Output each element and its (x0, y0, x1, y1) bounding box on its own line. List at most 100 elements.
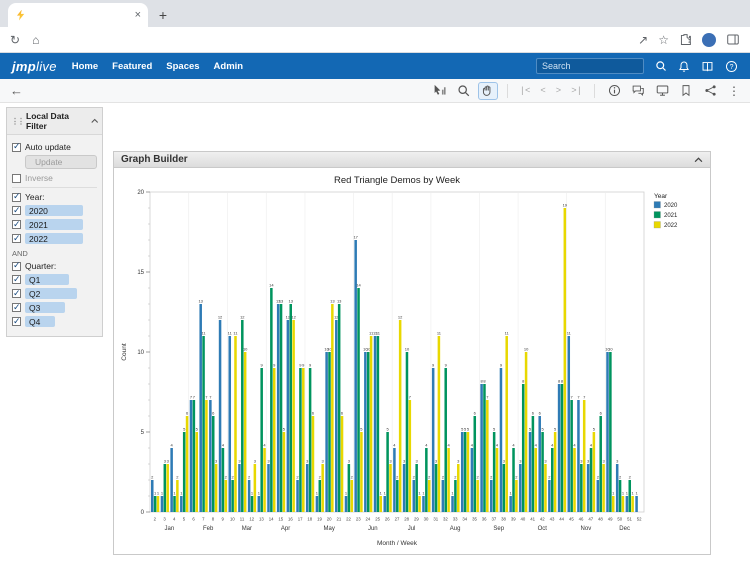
svg-text:35: 35 (472, 517, 477, 522)
prev-page-icon[interactable]: < (540, 86, 545, 96)
library-book-icon[interactable] (701, 60, 714, 73)
filter-value-q4[interactable]: Q4 (12, 316, 97, 327)
svg-text:6: 6 (600, 411, 603, 416)
value-q4-bar[interactable]: Q4 (25, 316, 55, 327)
svg-text:50: 50 (617, 517, 622, 522)
cursor-chart-icon (433, 84, 446, 97)
svg-text:8: 8 (212, 517, 215, 522)
collapse-chevron-icon[interactable] (694, 157, 703, 163)
year-label: Year: (25, 192, 45, 202)
search-input[interactable] (536, 58, 644, 74)
extensions-puzzle-icon[interactable] (679, 33, 692, 46)
notifications-bell-icon[interactable] (678, 60, 690, 73)
bookmark-star-icon[interactable]: ☆ (658, 33, 669, 47)
filter-value-2020[interactable]: 2020 (12, 205, 97, 216)
next-page-icon[interactable]: > (556, 86, 561, 96)
zoom-tool-button[interactable] (454, 82, 474, 100)
details-info-button[interactable] (604, 82, 624, 100)
first-page-icon[interactable]: |< (520, 86, 531, 96)
svg-text:51: 51 (627, 517, 632, 522)
nav-spaces[interactable]: Spaces (166, 61, 199, 72)
year-group-row[interactable]: Year: (12, 192, 97, 202)
svg-text:3: 3 (580, 459, 583, 464)
value-2021-checkbox[interactable] (12, 220, 21, 229)
home-icon[interactable]: ⌂ (32, 33, 39, 47)
svg-text:5: 5 (593, 427, 596, 432)
inverse-checkbox[interactable] (12, 174, 21, 183)
bookmark-button[interactable] (676, 82, 696, 100)
comments-button[interactable] (628, 82, 648, 100)
document-toolbar: ← |< < > >| ⋮ (0, 79, 750, 103)
quarter-group-row[interactable]: Quarter: (12, 261, 97, 271)
auto-update-row[interactable]: Auto update (12, 142, 97, 152)
svg-text:4: 4 (551, 443, 554, 448)
svg-text:1: 1 (316, 491, 319, 496)
auto-update-checkbox[interactable] (12, 143, 21, 152)
svg-text:2: 2 (548, 475, 551, 480)
search-icon[interactable] (655, 60, 667, 72)
jmp-live-logo[interactable]: jmplive (12, 59, 57, 74)
filter-value-2022[interactable]: 2022 (12, 233, 97, 244)
value-2020-bar[interactable]: 2020 (25, 205, 83, 216)
browser-tab[interactable]: × (8, 3, 148, 27)
value-q4-label: Q4 (29, 317, 40, 327)
back-arrow-icon[interactable]: ← (10, 83, 23, 98)
filter-value-q1[interactable]: Q1 (12, 274, 97, 285)
svg-text:3: 3 (503, 459, 506, 464)
svg-text:47: 47 (588, 517, 593, 522)
year-checkbox[interactable] (12, 193, 21, 202)
value-2022-bar[interactable]: 2022 (25, 233, 83, 244)
auto-update-label: Auto update (25, 142, 71, 152)
more-options-icon[interactable]: ⋮ (728, 84, 740, 98)
share-button[interactable] (700, 82, 720, 100)
value-2022-label: 2022 (29, 234, 48, 244)
filter-value-q3[interactable]: Q3 (12, 302, 97, 313)
reload-icon[interactable]: ↻ (10, 33, 20, 47)
value-2022-checkbox[interactable] (12, 234, 21, 243)
chart-svg[interactable]: Red Triangle Demos by Week05101520CountJ… (116, 170, 708, 552)
sidebar-panel-icon[interactable] (726, 33, 740, 46)
svg-text:5: 5 (196, 427, 199, 432)
svg-text:28: 28 (404, 517, 409, 522)
last-page-icon[interactable]: >| (571, 86, 582, 96)
svg-text:12: 12 (240, 315, 245, 320)
value-q1-label: Q1 (29, 275, 40, 285)
inverse-row[interactable]: Inverse (12, 173, 97, 183)
svg-text:5: 5 (529, 427, 532, 432)
value-2021-bar[interactable]: 2021 (25, 219, 83, 230)
grabber-hand-tool-button[interactable] (478, 82, 498, 100)
value-q3-bar[interactable]: Q3 (25, 302, 65, 313)
filter-panel-header[interactable]: ⋮⋮ Local Data Filter (7, 108, 102, 135)
value-q2-checkbox[interactable] (12, 289, 21, 298)
value-q2-bar[interactable]: Q2 (25, 288, 77, 299)
share-icon[interactable]: ↗ (638, 33, 648, 47)
svg-text:22: 22 (346, 517, 351, 522)
info-icon (608, 84, 621, 97)
present-button[interactable] (652, 82, 672, 100)
nav-featured[interactable]: Featured (112, 61, 152, 72)
close-tab-icon[interactable]: × (135, 10, 141, 21)
nav-home[interactable]: Home (72, 61, 98, 72)
new-tab-button[interactable]: + (152, 4, 174, 26)
value-q4-checkbox[interactable] (12, 317, 21, 326)
value-q1-bar[interactable]: Q1 (25, 274, 69, 285)
selection-tool-button[interactable] (430, 82, 450, 100)
svg-text:13: 13 (198, 299, 203, 304)
value-2020-checkbox[interactable] (12, 206, 21, 215)
collapse-chevron-icon[interactable] (91, 118, 98, 124)
svg-text:34: 34 (462, 517, 467, 522)
svg-text:6: 6 (312, 411, 315, 416)
graph-builder-header[interactable]: Graph Builder (114, 152, 710, 168)
svg-text:3: 3 (167, 459, 170, 464)
update-button[interactable]: Update (25, 155, 97, 169)
nav-admin[interactable]: Admin (214, 61, 244, 72)
value-q3-checkbox[interactable] (12, 303, 21, 312)
help-icon[interactable]: ? (725, 60, 738, 73)
value-q1-checkbox[interactable] (12, 275, 21, 284)
svg-text:40: 40 (521, 517, 526, 522)
profile-avatar[interactable] (702, 33, 716, 47)
filter-value-q2[interactable]: Q2 (12, 288, 97, 299)
quarter-checkbox[interactable] (12, 262, 21, 271)
drag-handle-icon[interactable]: ⋮⋮ (11, 117, 23, 126)
filter-value-2021[interactable]: 2021 (12, 219, 97, 230)
